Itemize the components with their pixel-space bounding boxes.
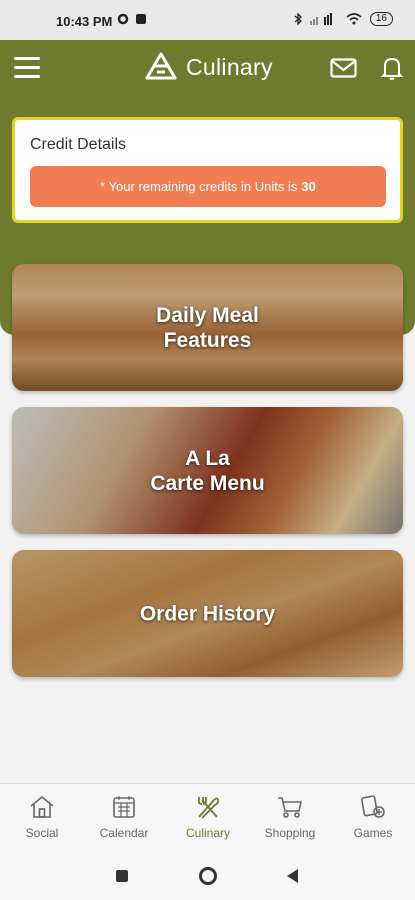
nav-item-social[interactable]: Social (2, 794, 82, 840)
back-button[interactable] (287, 869, 298, 883)
app-bar: Culinary (0, 40, 415, 98)
mail-icon[interactable] (330, 58, 357, 78)
status-time: 10:43 PM (56, 14, 113, 29)
credit-value: 30 (301, 179, 316, 194)
status-bar: 10:43 PM 16 (0, 0, 415, 40)
nav-item-calendar[interactable]: Calendar (84, 794, 164, 840)
bell-icon[interactable] (380, 55, 404, 81)
brand: Culinary (144, 52, 273, 82)
nav-label: Culinary (185, 826, 230, 840)
card-label: A La Carte Menu (150, 446, 265, 495)
credit-message: * Your remaining credits in Units is (100, 179, 298, 194)
utensils-icon (198, 797, 220, 819)
card-label: Order History (139, 602, 276, 625)
notification-icon (136, 14, 146, 24)
bluetooth-icon (294, 13, 302, 25)
menu-icon[interactable] (14, 57, 40, 79)
order-history-card[interactable]: Order History (12, 550, 403, 677)
wifi-icon (346, 13, 362, 25)
page-title: Culinary (186, 53, 273, 80)
battery-indicator: 16 (369, 12, 393, 26)
nav-item-shopping[interactable]: Shopping (250, 794, 330, 840)
games-icon (361, 795, 385, 818)
credit-title: Credit Details (30, 136, 127, 153)
card-label: Daily Meal Features (156, 303, 259, 352)
home-icon (30, 795, 54, 818)
home-button[interactable] (199, 867, 217, 885)
credit-details-card: Credit Details * Your remaining credits … (12, 117, 403, 223)
a-la-carte-menu-card[interactable]: A La Carte Menu (12, 407, 403, 534)
nav-item-culinary[interactable]: Culinary (168, 794, 248, 840)
daily-meal-features-card[interactable]: Daily Meal Features (12, 264, 403, 391)
nav-label: Social (25, 826, 59, 840)
nav-item-games[interactable]: Games (333, 794, 413, 840)
credit-balance-banner: * Your remaining credits in Units is 30 (30, 166, 386, 207)
nav-label: Shopping (264, 826, 316, 840)
nav-label: Calendar (99, 826, 149, 840)
calendar-icon (113, 796, 135, 818)
recents-button[interactable] (116, 870, 128, 882)
signal-icon (309, 13, 332, 25)
cart-icon (278, 797, 302, 818)
bottom-navigation: Social Calendar Culinary Shopping Games (0, 783, 415, 853)
system-navigation (0, 853, 415, 900)
culinary-logo-icon (145, 52, 177, 80)
settings-icon (117, 13, 129, 25)
nav-label: Games (353, 826, 393, 840)
